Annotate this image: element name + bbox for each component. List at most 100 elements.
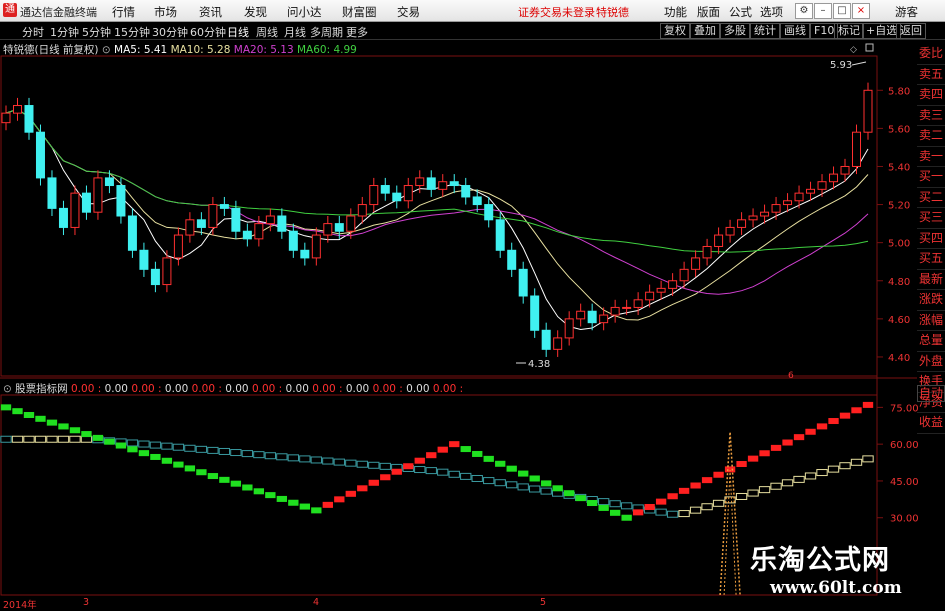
x-label-april: 4 — [313, 597, 320, 608]
menu-gongshi[interactable]: 公式 — [729, 4, 752, 20]
candle-up — [679, 268, 689, 282]
candle-down — [472, 196, 482, 206]
price-tick-label: 4.40 — [888, 353, 910, 364]
candle-up — [760, 211, 770, 217]
indicator-axis-ticks: 75.00 60.00 45.00 30.00 — [890, 403, 919, 524]
event-marker: 6 — [788, 371, 794, 381]
slow-line-segment — [517, 483, 529, 491]
slow-line-segment — [529, 485, 541, 493]
menu-zixun[interactable]: 资讯 — [199, 4, 222, 20]
slow-line-segment — [816, 469, 828, 477]
sidebar-9: 买四 — [917, 229, 945, 249]
indicator-settings-icon[interactable]: ⊙ — [3, 383, 12, 395]
fast-line-segment — [104, 438, 115, 445]
slow-line-segment — [92, 436, 104, 444]
indicator-value: 0.00 — [402, 383, 430, 395]
btn-fanhui[interactable]: 返回 — [896, 23, 926, 39]
app-title: 通达信金融终端 — [20, 6, 97, 19]
btn-fuquan[interactable]: 复权 — [660, 23, 690, 39]
tf-5min[interactable]: 5分钟 — [82, 24, 111, 40]
menu-jiaoyi[interactable]: 交易 — [397, 4, 420, 20]
candle-up — [346, 215, 356, 232]
sidebar-12: 涨跌 — [917, 290, 945, 311]
close-icon[interactable]: × — [852, 3, 870, 19]
sidebar-auto-button[interactable]: 自动 — [917, 385, 945, 402]
fast-line-segment — [253, 488, 265, 495]
price-tick-label: 4.60 — [888, 315, 910, 326]
fast-line-segment — [816, 423, 828, 430]
slow-line-segment — [793, 475, 805, 483]
fast-line-segment — [276, 495, 288, 502]
tf-more[interactable]: 更多 — [346, 24, 368, 40]
indicator-value: 0.00 — [342, 383, 370, 395]
menu-wenxiaoda[interactable]: 问小达 — [287, 4, 322, 20]
menu-hangqing[interactable]: 行情 — [112, 4, 135, 20]
price-tick-label: 4.80 — [888, 277, 910, 288]
tf-30min[interactable]: 30分钟 — [152, 24, 188, 40]
ind-tick-label: 75.00 — [890, 403, 919, 414]
maximize-icon[interactable]: □ — [833, 3, 851, 19]
candle-down — [426, 177, 436, 190]
fast-line-segment — [472, 450, 483, 457]
candle-down — [242, 230, 252, 240]
tf-multi[interactable]: 多周期 — [310, 24, 343, 40]
menu-faxian[interactable]: 发现 — [244, 4, 267, 20]
sidebar-7: 买二 — [917, 188, 945, 208]
btn-tongji[interactable]: 统计 — [750, 23, 780, 39]
btn-diejia[interactable]: 叠加 — [690, 23, 720, 39]
sidebar-8: 买三 — [917, 208, 945, 229]
candle-down — [58, 207, 68, 228]
menu-gongneng[interactable]: 功能 — [664, 4, 687, 20]
tf-60min[interactable]: 60分钟 — [190, 24, 226, 40]
slow-line-segment — [747, 489, 759, 497]
btn-biaoji[interactable]: 标记 — [834, 23, 864, 39]
candlesticks — [1, 82, 873, 357]
btn-huaxian[interactable]: 画线 — [780, 23, 810, 39]
slow-line-segment — [506, 481, 518, 489]
diamond-icon: ◇ — [850, 45, 857, 55]
tf-1min[interactable]: 1分钟 — [50, 24, 79, 40]
slow-line-segment — [471, 474, 483, 482]
tf-15min[interactable]: 15分钟 — [114, 24, 150, 40]
expand-icon — [865, 43, 874, 52]
candle-up — [93, 177, 103, 213]
price-tick-label: 5.80 — [888, 86, 910, 97]
menu-guest[interactable]: 游客 — [895, 4, 918, 20]
tf-weekly[interactable]: 周线 — [256, 24, 278, 40]
menu-bar: 通 通达信金融终端 行情 市场 资讯 发现 问小达 财富圈 交易 证券交易未登录… — [0, 0, 945, 22]
menu-banmian[interactable]: 版面 — [697, 4, 720, 20]
indicator-value: 0.00 : — [188, 383, 222, 395]
fast-line-segment — [770, 444, 782, 451]
candle-up — [415, 177, 425, 187]
slow-line-segment — [437, 468, 449, 476]
fast-line-segment — [541, 480, 552, 487]
settings-icon[interactable]: ⚙ — [795, 3, 813, 19]
indicator-name[interactable]: 股票指标网 — [15, 383, 68, 395]
fast-line-segment — [0, 404, 12, 411]
tf-monthly[interactable]: 月线 — [284, 24, 306, 40]
candle-down — [24, 105, 34, 133]
candle-up — [863, 89, 873, 133]
menu-xuanxiang[interactable]: 选项 — [760, 4, 783, 20]
fast-line-segment — [35, 415, 46, 422]
slow-line-segment — [655, 508, 667, 516]
slow-line-segment — [689, 506, 702, 514]
fast-line-segment — [368, 479, 379, 486]
menu-caifuquan[interactable]: 财富圈 — [342, 4, 377, 20]
settings-dot-icon[interactable]: ⊙ — [102, 44, 111, 56]
trade-login-notice[interactable]: 证券交易未登录 — [518, 4, 595, 20]
slow-line-segment — [402, 464, 414, 472]
sidebar-3: 卖三 — [917, 106, 945, 126]
btn-duogu[interactable]: 多股 — [720, 23, 750, 39]
menu-shichang[interactable]: 市场 — [154, 4, 177, 20]
slow-line-segment — [666, 510, 679, 518]
minimize-icon[interactable]: – — [814, 3, 832, 19]
slow-line-segment — [563, 491, 575, 499]
tf-daily[interactable]: 日线 — [227, 24, 249, 40]
sidebar-2: 卖四 — [917, 85, 945, 106]
ma5-label: MA5: 5.41 — [114, 44, 168, 56]
ma20-label: MA20: 5.13 — [233, 44, 294, 56]
fast-line-segment — [495, 460, 506, 467]
fast-line-segment — [552, 485, 563, 492]
tf-fenshi[interactable]: 分时 — [22, 24, 44, 40]
